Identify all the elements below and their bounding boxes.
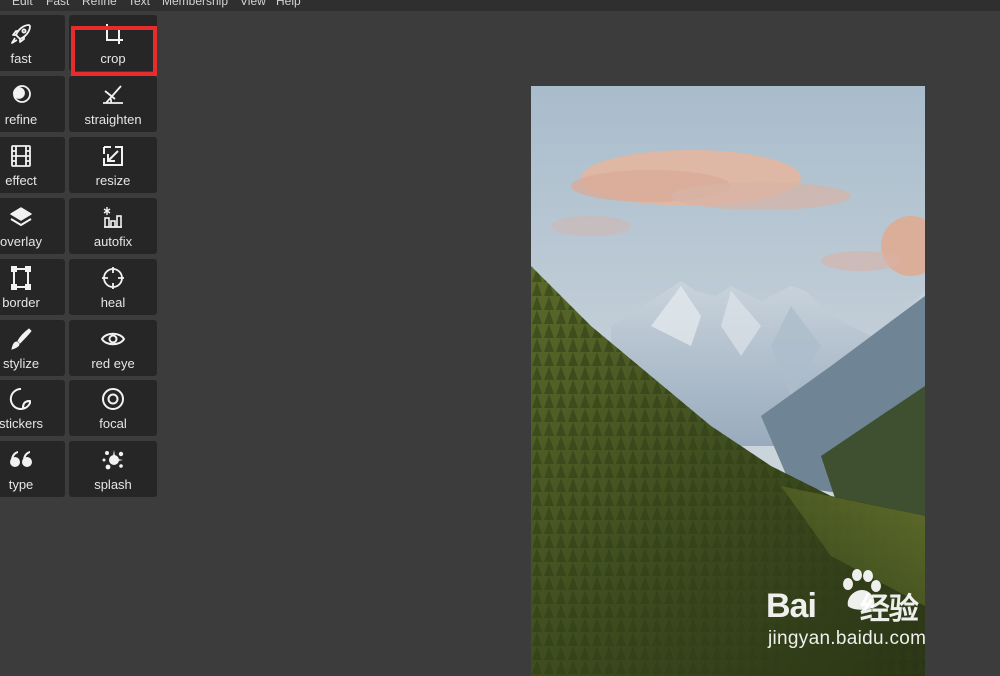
menu-membership[interactable]: Membership xyxy=(162,0,228,8)
straighten-icon xyxy=(69,82,157,108)
tool-label: focal xyxy=(99,416,127,431)
tool-fast[interactable]: fast xyxy=(0,15,65,71)
tool-crop[interactable]: crop xyxy=(69,15,157,71)
tool-label: type xyxy=(8,477,34,492)
tool-resize[interactable]: resize xyxy=(69,137,157,193)
tool-label: splash xyxy=(94,477,132,492)
menu-help[interactable]: Help xyxy=(276,0,301,8)
tool-label: resize xyxy=(95,173,131,188)
tool-label: fast xyxy=(10,51,32,66)
brush-icon xyxy=(0,326,65,352)
tool-straighten[interactable]: straighten xyxy=(69,76,157,132)
tool-border[interactable]: border xyxy=(0,259,65,315)
tool-refine[interactable]: refine xyxy=(0,76,65,132)
tool-label: autofix xyxy=(93,234,133,249)
splash-icon xyxy=(69,447,157,473)
tool-stylize[interactable]: stylize xyxy=(0,320,65,376)
tool-label: heal xyxy=(100,295,126,310)
tool-type[interactable]: type xyxy=(0,441,65,497)
crop-icon xyxy=(69,21,157,47)
circles-icon xyxy=(0,82,65,108)
quote-icon xyxy=(0,447,65,473)
tool-splash[interactable]: splash xyxy=(69,441,157,497)
tool-overlay[interactable]: overlay xyxy=(0,198,65,254)
tool-heal[interactable]: heal xyxy=(69,259,157,315)
eye-icon xyxy=(69,326,157,352)
tool-label: effect xyxy=(5,173,37,188)
tool-stickers[interactable]: stickers xyxy=(0,380,65,436)
tool-label: border xyxy=(2,295,40,310)
tool-label: stickers xyxy=(0,416,44,431)
tool-label: refine xyxy=(4,112,38,127)
tool-autofix[interactable]: autofix xyxy=(69,198,157,254)
tool-label: straighten xyxy=(84,112,142,127)
tool-effect[interactable]: effect xyxy=(0,137,65,193)
tool-focal[interactable]: focal xyxy=(69,380,157,436)
mountain-forest-photo xyxy=(531,86,925,676)
resize-icon xyxy=(69,143,157,169)
crosshair-icon xyxy=(69,265,157,291)
canvas-photo[interactable] xyxy=(531,86,925,676)
frame-icon xyxy=(0,265,65,291)
tool-panel: fast crop refine straighten effect resiz… xyxy=(0,0,170,676)
film-icon xyxy=(0,143,65,169)
tool-label: red eye xyxy=(91,356,135,371)
tool-red-eye[interactable]: red eye xyxy=(69,320,157,376)
layers-icon xyxy=(0,204,65,230)
tool-label: stylize xyxy=(2,356,40,371)
tool-label: crop xyxy=(100,51,126,66)
autofix-icon xyxy=(69,204,157,230)
tool-label: overlay xyxy=(0,234,42,249)
sticker-icon xyxy=(0,386,65,412)
target-icon xyxy=(69,386,157,412)
rocket-icon xyxy=(0,21,65,47)
menu-view[interactable]: View xyxy=(240,0,266,8)
